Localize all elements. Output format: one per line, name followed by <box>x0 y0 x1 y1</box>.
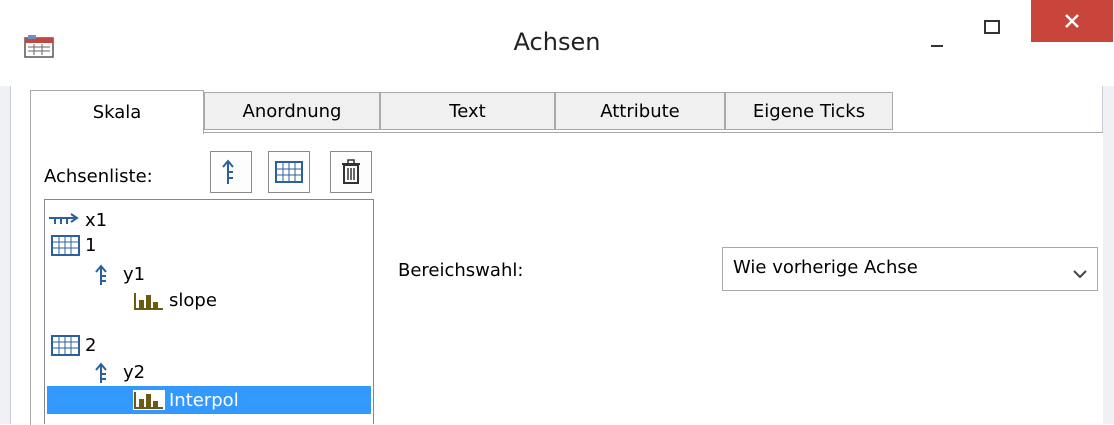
tree-item-label: 2 <box>85 335 97 356</box>
trash-icon <box>342 159 360 184</box>
range-selection-value: Wie vorherige Achse <box>733 257 918 278</box>
tab-bar: Skala Anordnung Text Attribute Eigene Ti… <box>30 90 1102 134</box>
tree-item-system-2[interactable]: 2 <box>51 333 96 358</box>
dialog-window: Achsen Skala Anordnung Text Attribute Ei… <box>0 0 1114 425</box>
tree-item-system-1[interactable]: 1 <box>51 233 96 258</box>
range-selection-label: Bereichswahl: <box>398 260 524 281</box>
new-system-button[interactable] <box>268 151 310 193</box>
title-bar[interactable]: Achsen <box>0 0 1114 86</box>
range-selection-dropdown[interactable]: Wie vorherige Achse <box>722 247 1098 291</box>
tree-item-y2[interactable]: y2 <box>93 360 145 385</box>
tree-item-label: y1 <box>123 264 146 285</box>
tree-item-y1[interactable]: y1 <box>93 262 145 287</box>
new-axis-icon <box>222 159 234 184</box>
tree-item-interpol[interactable]: Interpol <box>47 386 371 414</box>
y-axis-icon <box>93 361 119 384</box>
coordinate-system-icon <box>51 334 81 357</box>
channel-icon <box>133 291 165 311</box>
tree-item-label: 1 <box>85 235 97 256</box>
tab-text[interactable]: Text <box>380 92 555 130</box>
tab-skala[interactable]: Skala <box>30 90 204 134</box>
tree-item-label: x1 <box>85 210 108 231</box>
coordinate-system-icon <box>275 161 303 183</box>
chevron-down-icon <box>1073 262 1087 284</box>
minimize-icon[interactable] <box>917 22 957 52</box>
tree-item-x1[interactable]: x1 <box>47 208 107 233</box>
close-icon <box>1065 14 1079 28</box>
tree-item-label: slope <box>169 290 217 311</box>
channel-icon <box>133 390 165 410</box>
tree-item-label: y2 <box>123 362 146 383</box>
axis-list-label: Achsenliste: <box>44 166 153 187</box>
tab-eigene-ticks[interactable]: Eigene Ticks <box>725 92 893 130</box>
tab-anordnung[interactable]: Anordnung <box>204 92 380 130</box>
maximize-icon[interactable] <box>972 14 1012 44</box>
axis-tree[interactable]: x1 1 y1 slope 2 y2 Interpol <box>44 199 374 424</box>
tree-item-label: Interpol <box>169 389 239 411</box>
new-axis-button[interactable] <box>210 151 252 193</box>
x-axis-icon <box>47 212 81 229</box>
tree-item-slope[interactable]: slope <box>133 288 217 313</box>
y-axis-icon <box>93 263 119 286</box>
close-button[interactable] <box>1031 0 1113 42</box>
tab-attribute[interactable]: Attribute <box>555 92 725 130</box>
delete-button[interactable] <box>330 151 372 193</box>
coordinate-system-icon <box>51 234 81 257</box>
